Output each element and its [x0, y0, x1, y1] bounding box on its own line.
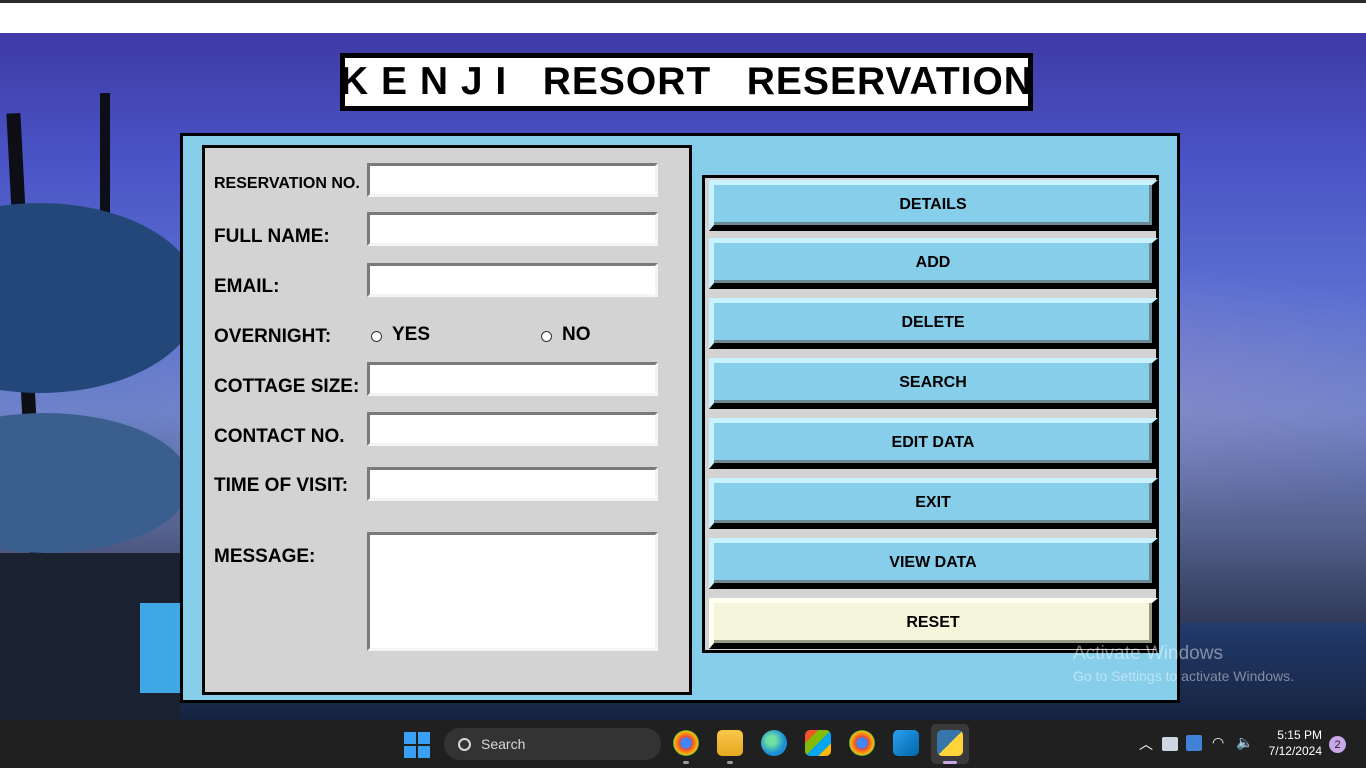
vscode-icon[interactable]	[893, 730, 919, 756]
time-of-visit-label: TIME OF VISIT:	[214, 475, 349, 496]
title-banner: K E N J I RESORT RESERVATION	[340, 53, 1033, 111]
search-button[interactable]: SEARCH	[709, 358, 1158, 409]
overnight-yes-label[interactable]: YES	[392, 324, 430, 346]
chrome-icon[interactable]	[849, 730, 875, 756]
windows-start-icon[interactable]	[404, 732, 430, 758]
cottage-size-input[interactable]	[367, 362, 658, 396]
app-title: K E N J I RESORT RESERVATION	[340, 60, 1033, 103]
message-label: MESSAGE:	[214, 546, 316, 567]
notification-badge[interactable]: 2	[1329, 736, 1346, 753]
email-label: EMAIL:	[214, 276, 280, 297]
full-name-input[interactable]	[367, 212, 658, 246]
taskbar-search-label: Search	[481, 736, 526, 752]
cottage-size-label: COTTAGE SIZE:	[214, 376, 360, 397]
reservation-no-input[interactable]	[367, 163, 658, 197]
window-title-bar	[0, 0, 1366, 33]
activate-windows-watermark: Activate Windows Go to Settings to activ…	[1073, 643, 1294, 684]
overnight-no-label[interactable]: NO	[562, 324, 591, 346]
chrome-icon[interactable]	[673, 730, 699, 756]
reset-button[interactable]: RESET	[709, 598, 1158, 649]
time-of-visit-input[interactable]	[367, 467, 658, 501]
overnight-label: OVERNIGHT:	[214, 326, 332, 347]
watermark-title: Activate Windows	[1073, 643, 1223, 664]
wifi-icon[interactable]: ◠	[1212, 734, 1224, 751]
edge-icon[interactable]	[761, 730, 787, 756]
message-textarea[interactable]	[367, 532, 658, 651]
delete-button[interactable]: DELETE	[709, 298, 1158, 349]
view-data-button[interactable]: VIEW DATA	[709, 538, 1158, 589]
reservation-no-label: RESERVATION NO.	[214, 175, 360, 192]
chevron-up-icon[interactable]: ︿	[1139, 734, 1153, 754]
taskbar: Search ︿ ◠ 🔈 5:15 PM 7/12/2024	[0, 720, 1366, 768]
action-button-panel: DETAILS ADD DELETE SEARCH EDIT DATA EXIT…	[702, 175, 1159, 653]
email-input[interactable]	[367, 263, 658, 297]
tray-app-icon[interactable]	[1186, 735, 1202, 751]
search-icon	[458, 737, 471, 751]
taskbar-search-box[interactable]: Search	[444, 728, 661, 760]
microsoft-store-icon[interactable]	[805, 730, 831, 756]
details-button[interactable]: DETAILS	[709, 180, 1158, 231]
full-name-label: FULL NAME:	[214, 226, 330, 247]
exit-button[interactable]: EXIT	[709, 478, 1158, 529]
watermark-subtitle: Go to Settings to activate Windows.	[1073, 668, 1294, 684]
overnight-yes-radio[interactable]	[371, 331, 382, 342]
network-monitor-icon[interactable]	[1162, 737, 1178, 751]
edit-data-button[interactable]: EDIT DATA	[709, 418, 1158, 469]
reservation-form: RESERVATION NO. FULL NAME: EMAIL: OVERNI…	[202, 145, 692, 695]
volume-icon[interactable]: 🔈	[1236, 734, 1253, 751]
clock-date[interactable]: 7/12/2024	[1262, 744, 1322, 758]
file-explorer-icon[interactable]	[717, 730, 743, 756]
python-icon[interactable]	[937, 730, 963, 756]
overnight-no-radio[interactable]	[541, 331, 552, 342]
clock-time[interactable]: 5:15 PM	[1262, 728, 1322, 742]
contact-no-input[interactable]	[367, 412, 658, 446]
contact-no-label: CONTACT NO.	[214, 426, 345, 447]
main-window: RESERVATION NO. FULL NAME: EMAIL: OVERNI…	[180, 133, 1180, 703]
add-button[interactable]: ADD	[709, 238, 1158, 289]
